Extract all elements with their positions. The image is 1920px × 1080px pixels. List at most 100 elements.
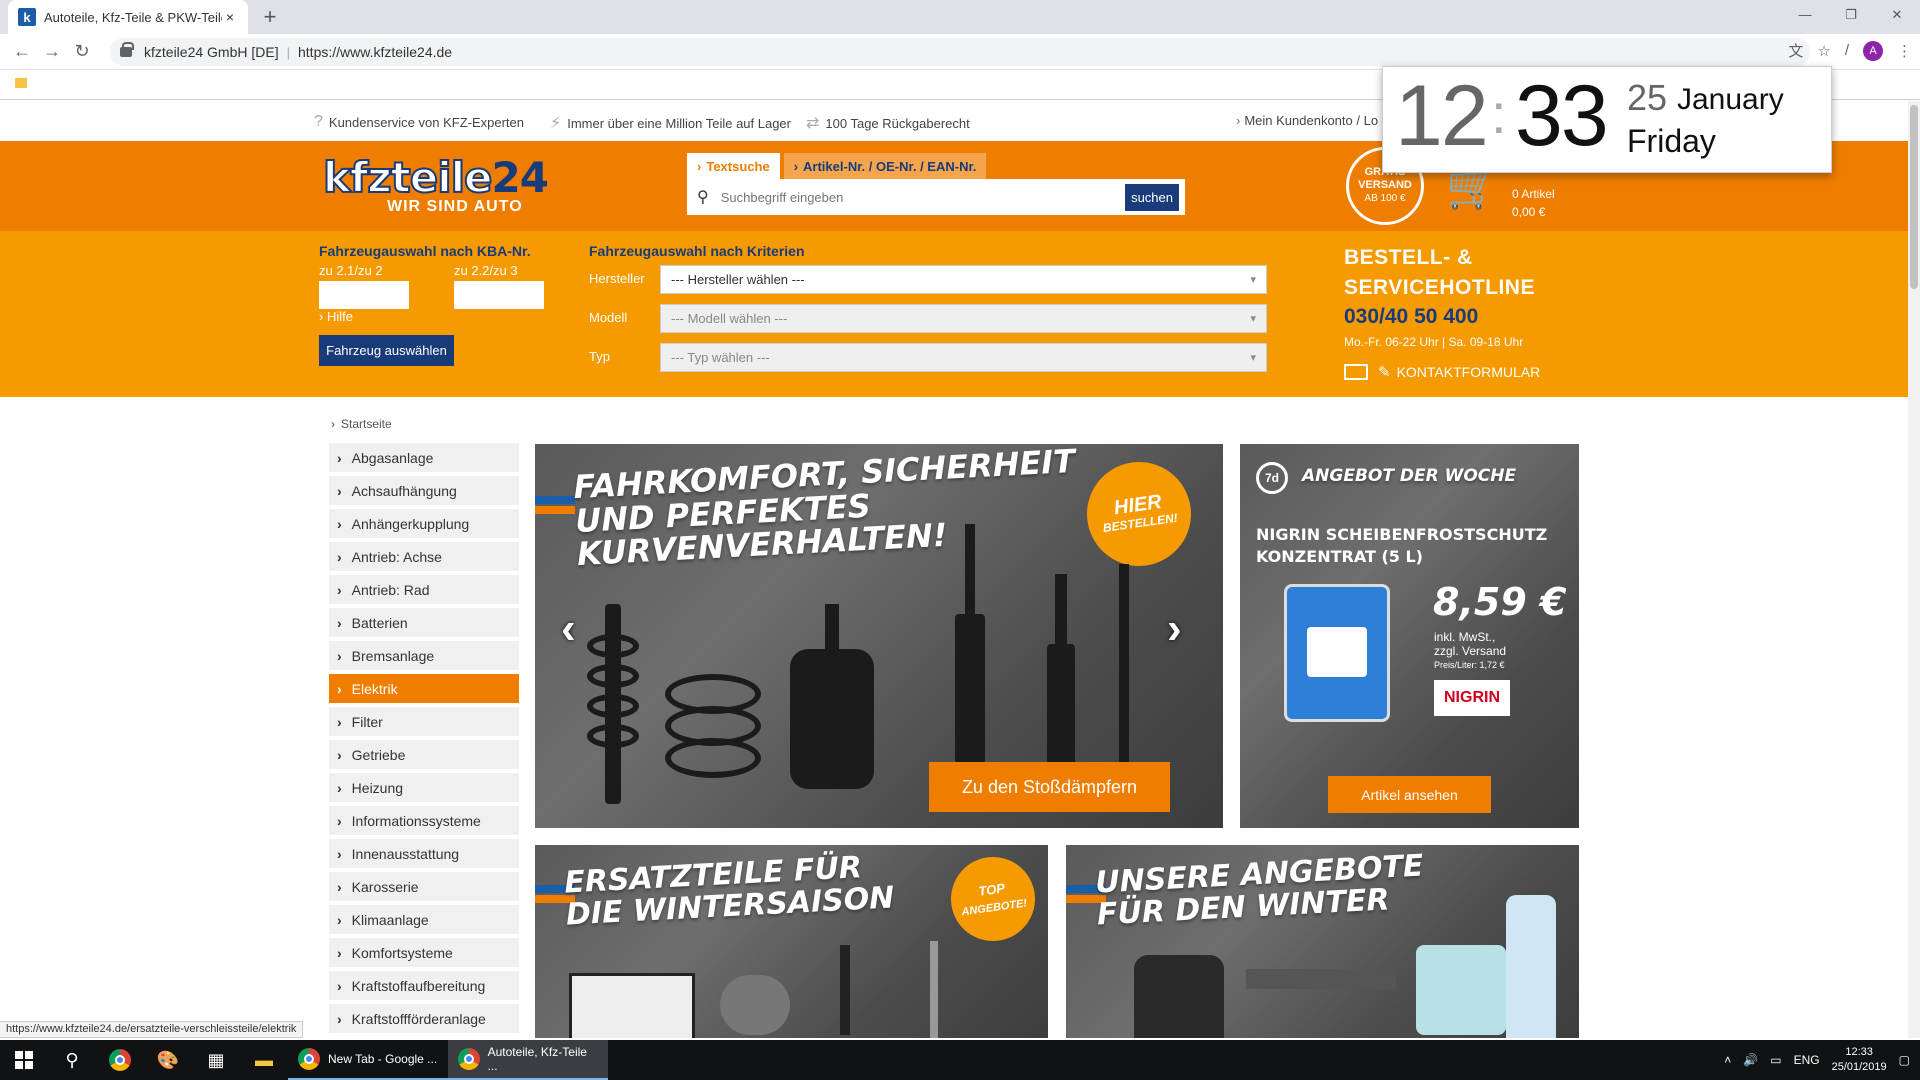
input-language[interactable]: ENG <box>1794 1053 1820 1067</box>
select-vehicle-button[interactable]: Fahrzeug auswählen <box>319 335 454 366</box>
browser-tab[interactable]: k Autoteile, Kfz-Teile & PKW-Teile × <box>8 0 248 34</box>
minimize-icon[interactable]: — <box>1782 0 1828 30</box>
prev-slide-icon[interactable]: ‹ <box>561 604 576 654</box>
web-page: ? Kundenservice von KFZ-Experten ⚡ Immer… <box>0 101 1908 1038</box>
cart-summary[interactable]: 0 Artikel 0,00 € <box>1512 185 1555 221</box>
hotline-title: BESTELL- & SERVICEHOTLINE <box>1344 246 1535 299</box>
category-item[interactable]: › Innenausstattung <box>329 839 519 868</box>
category-item[interactable]: › Bremsanlage <box>329 641 519 670</box>
chrome-icon[interactable] <box>96 1040 144 1080</box>
category-item[interactable]: › Achsaufhängung <box>329 476 519 505</box>
taskbar-clock[interactable]: 12:33 25/01/2019 <box>1832 1045 1887 1075</box>
hotline-number[interactable]: 030/40 50 400 <box>1344 305 1478 329</box>
chevron-right-icon: › <box>337 977 342 994</box>
model-label: Modell <box>589 310 628 325</box>
file-explorer-icon[interactable]: ▬ <box>240 1040 288 1080</box>
category-item[interactable]: › Komfortsysteme <box>329 938 519 967</box>
maximize-icon[interactable]: ❐ <box>1828 0 1874 30</box>
volume-icon[interactable]: 🔊 <box>1743 1053 1758 1067</box>
category-item[interactable]: › Kraftstoffförderanlage <box>329 1004 519 1033</box>
new-tab-button[interactable]: + <box>256 4 284 30</box>
tab-text-search[interactable]: › Textsuche <box>687 153 780 179</box>
help-link[interactable]: › Hilfe <box>319 309 353 324</box>
tab-article-search[interactable]: › Artikel-Nr. / OE-Nr. / EAN-Nr. <box>783 153 987 179</box>
system-tray: ˄ 🔊 ▭ ENG 12:33 25/01/2019 ▢ <box>1724 1040 1920 1080</box>
shock-absorbers-cta[interactable]: Zu den Stoßdämpfern <box>929 762 1170 812</box>
search-button[interactable]: suchen <box>1125 183 1179 211</box>
breadcrumb[interactable]: › Startseite <box>331 417 392 431</box>
chevron-right-icon: › <box>1236 113 1241 128</box>
category-item[interactable]: › Getriebe <box>329 740 519 769</box>
type-select[interactable]: --- Typ wählen --- ▾ <box>660 343 1267 372</box>
air-spring-shape <box>790 649 874 789</box>
tab-close-icon[interactable]: × <box>222 9 238 25</box>
notification-icon[interactable]: ▢ <box>1899 1053 1910 1067</box>
lock-icon[interactable] <box>120 42 134 57</box>
reload-icon[interactable]: ↻ <box>68 41 96 62</box>
toolbar-actions: 文 ☆ / A ⋮ <box>1788 40 1912 61</box>
account-link[interactable]: › Mein Kundenkonto / Lo <box>1236 113 1378 128</box>
category-item[interactable]: › Abgasanlage <box>329 443 519 472</box>
banner-stripe <box>535 506 575 514</box>
weekly-offer-banner[interactable]: 7d ANGEBOT DER WOCHE NIGRIN SCHEIBENFROS… <box>1240 444 1579 828</box>
scrollbar-thumb[interactable] <box>1910 105 1918 289</box>
kba-input-1[interactable] <box>319 281 409 309</box>
shock-absorber-shape <box>955 614 985 764</box>
contact-form-link[interactable]: ✎ KONTAKTFORMULAR <box>1344 363 1540 381</box>
clock-month: January <box>1677 83 1784 116</box>
translate-icon[interactable]: 文 <box>1788 40 1803 61</box>
winter-parts-banner[interactable]: ERSATZTEILE FÜR DIE WINTERSAISON TOP ANGE… <box>535 845 1048 1038</box>
paint-icon[interactable]: 🎨 <box>144 1040 192 1080</box>
search-icon[interactable]: ⚲ <box>48 1040 96 1080</box>
category-item[interactable]: › Filter <box>329 707 519 736</box>
tab-title: Autoteile, Kfz-Teile & PKW-Teile <box>44 9 222 25</box>
extension-icon[interactable]: / <box>1845 42 1849 59</box>
search-box: ⚲ suchen <box>687 179 1185 215</box>
kba-input-2[interactable] <box>454 281 544 309</box>
search-input[interactable] <box>720 189 1126 205</box>
category-item-active[interactable]: › Elektrik <box>329 674 519 703</box>
profile-avatar[interactable]: A <box>1863 40 1883 61</box>
windows-start-icon[interactable] <box>0 1040 48 1080</box>
category-item[interactable]: › Antrieb: Rad <box>329 575 519 604</box>
close-window-icon[interactable]: ✕ <box>1874 0 1920 30</box>
page-scrollbar[interactable] <box>1908 101 1920 1038</box>
next-slide-icon[interactable]: › <box>1167 604 1182 654</box>
forward-icon[interactable]: → <box>38 41 66 62</box>
taskbar-app-new-tab[interactable]: New Tab - Google ... <box>288 1040 448 1080</box>
site-logo[interactable]: kfzteile24 WIR SIND AUTO <box>322 153 549 216</box>
ice-scraper-shape <box>1246 969 1396 989</box>
bookmark-star-icon[interactable]: ☆ <box>1817 42 1830 60</box>
browser-tab-strip: k Autoteile, Kfz-Teile & PKW-Teile × + —… <box>0 0 1920 34</box>
url-text[interactable]: https://www.kfzteile24.de <box>298 44 452 60</box>
category-item[interactable]: › Karosserie <box>329 872 519 901</box>
tray-chevron-up-icon[interactable]: ˄ <box>1724 1053 1731 1067</box>
chevron-right-icon: › <box>337 548 342 565</box>
category-item[interactable]: › Antrieb: Achse <box>329 542 519 571</box>
menu-dots-icon[interactable]: ⋮ <box>1897 42 1912 60</box>
address-bar[interactable]: kfzteile24 GmbH [DE] | https://www.kfzte… <box>110 38 1810 66</box>
category-item[interactable]: › Informationssysteme <box>329 806 519 835</box>
maker-select[interactable]: --- Hersteller wählen --- ▾ <box>660 265 1267 294</box>
hero-banner[interactable]: FAHRKOMFORT, SICHERHEIT UND PERFEKTES KU… <box>535 444 1223 828</box>
chevron-right-icon: › <box>331 417 335 431</box>
chevron-right-icon: › <box>337 713 342 730</box>
hotline-hours: Mo.-Fr. 06-22 Uhr | Sa. 09-18 Uhr <box>1344 335 1524 349</box>
view-article-button[interactable]: Artikel ansehen <box>1328 776 1491 813</box>
site-favicon-icon: k <box>18 8 36 26</box>
network-icon[interactable]: ▭ <box>1770 1053 1781 1067</box>
category-item[interactable]: › Heizung <box>329 773 519 802</box>
vehicle-selection: Fahrzeugauswahl nach KBA-Nr. zu 2.1/zu 2… <box>0 231 1908 397</box>
logo-wordmark: kfzteile24 <box>322 153 549 202</box>
category-item[interactable]: › Klimaanlage <box>329 905 519 934</box>
calculator-icon[interactable]: ▦ <box>192 1040 240 1080</box>
model-select[interactable]: --- Modell wählen --- ▾ <box>660 304 1267 333</box>
category-item[interactable]: › Batterien <box>329 608 519 637</box>
bookmark-folder-icon[interactable] <box>15 78 27 88</box>
category-item[interactable]: › Kraftstoffaufbereitung <box>329 971 519 1000</box>
category-item[interactable]: › Anhängerkupplung <box>329 509 519 538</box>
seven-days-icon: 7d <box>1256 462 1288 494</box>
back-icon[interactable]: ← <box>8 41 36 62</box>
taskbar-app-kfzteile[interactable]: Autoteile, Kfz-Teile ... <box>448 1040 608 1080</box>
winter-offers-banner[interactable]: UNSERE ANGEBOTE FÜR DEN WINTER <box>1066 845 1579 1038</box>
